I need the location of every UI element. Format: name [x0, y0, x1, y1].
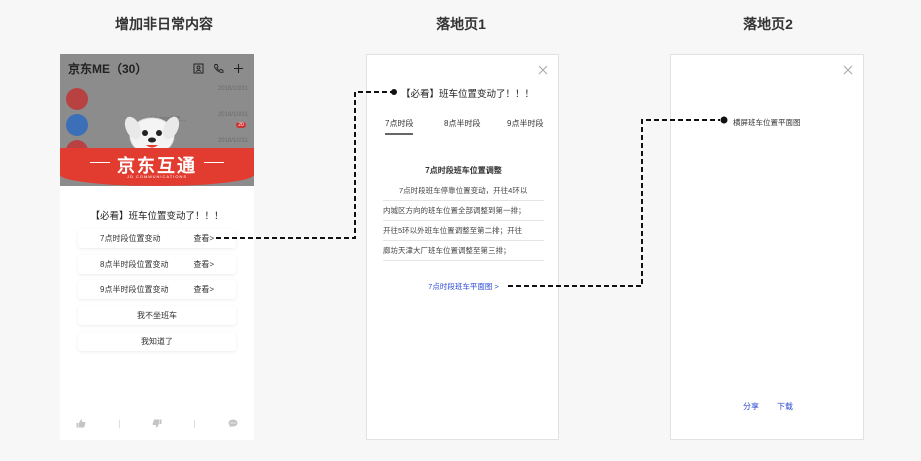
- reaction-footer: [60, 416, 254, 432]
- section-title-landing1: 落地页1: [436, 16, 486, 32]
- view-link[interactable]: 查看>: [193, 233, 214, 244]
- thumbs-up-icon[interactable]: [76, 419, 86, 430]
- got-it-button[interactable]: 我知道了: [78, 332, 236, 351]
- chat-row[interactable]: 2018/10/31: [60, 86, 254, 112]
- view-link[interactable]: 查看>: [193, 259, 214, 270]
- schedule-text-line: 开往5环以外班车位置调整至第二排；开往: [383, 221, 544, 241]
- footer-divider: [118, 420, 120, 428]
- download-button[interactable]: 下载: [777, 401, 793, 412]
- floor-plan-link[interactable]: 7点时段班车平面图 >: [367, 281, 560, 292]
- close-icon[interactable]: [537, 64, 549, 76]
- section-title-landing2: 落地页2: [743, 16, 793, 32]
- tab-9-30-clock[interactable]: 9点半时段: [507, 118, 543, 129]
- option-label: 9点半时段位置变动: [100, 285, 169, 294]
- app-header-title: 京东ME（30）: [68, 61, 148, 76]
- tab-8-30-clock[interactable]: 8点半时段: [444, 118, 480, 129]
- landing-page-1: 【必看】班车位置变动了！！！ 7点时段 8点半时段 9点半时段 7点时段班车位置…: [366, 54, 559, 440]
- chat-date: 2018/10/31: [217, 112, 248, 118]
- section-title-add-content: 增加非日常内容: [115, 16, 213, 32]
- option-label: 8点半时段位置变动: [100, 260, 169, 269]
- avatar: [66, 88, 88, 110]
- notice-title: 【必看】班车位置变动了！！！: [90, 211, 224, 222]
- option-9-30-clock[interactable]: 9点半时段位置变动 查看>: [78, 280, 236, 299]
- tab-7-clock[interactable]: 7点时段: [385, 118, 414, 135]
- banner-subtitle: JD COMMUNICATIONS: [126, 174, 188, 179]
- option-label: 7点时段位置变动: [100, 234, 161, 243]
- share-button[interactable]: 分享: [743, 401, 759, 412]
- unread-badge: 20: [236, 122, 246, 128]
- action-bar: 分享 下载: [671, 401, 865, 412]
- no-bus-button[interactable]: 我不坐班车: [78, 306, 236, 325]
- option-8-30-clock[interactable]: 8点半时段位置变动 查看>: [78, 255, 236, 274]
- comment-icon[interactable]: [228, 419, 238, 430]
- app-header: 京东ME（30）: [60, 54, 254, 82]
- footer-divider: [194, 420, 196, 428]
- phone-mockup-notice: 京东ME（30） 2018/10/31 2018/10/31 20 2018/1…: [60, 54, 254, 440]
- schedule-text-line: 7点时段班车停靠位置变动，开往4环以: [383, 181, 544, 201]
- jd-banner: 京东互通 JD COMMUNICATIONS: [60, 148, 254, 186]
- landing-page-2: 横屏班车位置平面图 分享 下载: [670, 54, 864, 440]
- phone-icon[interactable]: [210, 60, 226, 76]
- view-link[interactable]: 查看>: [193, 284, 214, 295]
- schedule-text-line: 内城区方向的班车位置全部调整到第一排；: [383, 201, 544, 221]
- close-icon[interactable]: [842, 64, 854, 76]
- chat-date: 2018/10/31: [217, 86, 248, 92]
- avatar: [66, 114, 88, 136]
- chat-date: 2018/10/31: [217, 138, 248, 144]
- landing1-title: 【必看】班车位置变动了！！！: [401, 89, 535, 100]
- contacts-icon[interactable]: [190, 60, 206, 76]
- schedule-subtitle: 7点时段班车位置调整: [425, 166, 502, 175]
- option-7-clock[interactable]: 7点时段位置变动 查看>: [78, 229, 236, 248]
- floor-plan-label: 横屏班车位置平面图: [733, 118, 801, 127]
- schedule-text-line: 廊坊天津大厂班车位置调整至第三排；: [383, 241, 544, 261]
- link-anchor-dot: [391, 89, 397, 95]
- thumbs-down-icon[interactable]: [152, 419, 162, 430]
- add-icon[interactable]: [230, 60, 246, 76]
